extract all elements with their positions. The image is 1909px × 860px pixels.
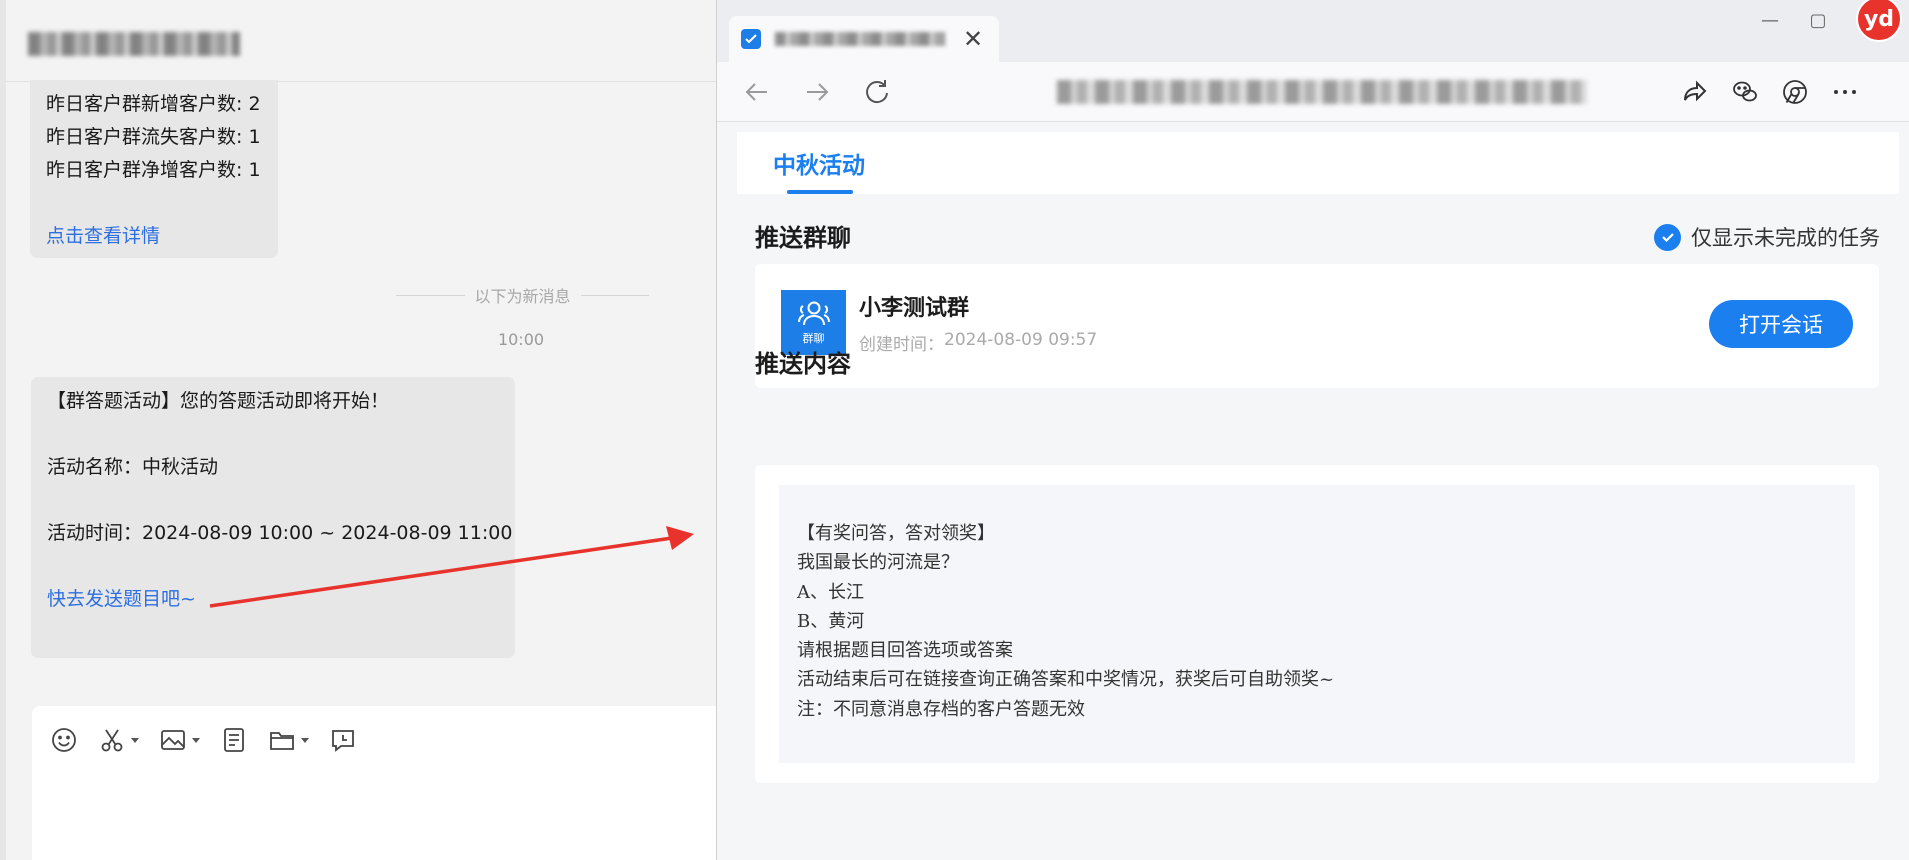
content-line: B、黄河: [797, 610, 865, 632]
checked-checkbox-icon[interactable]: [1654, 223, 1681, 251]
compose-toolbar: [50, 724, 357, 756]
group-card: 群聊 小李测试群 创建时间： 2024-08-09 09:57 打开会话: [755, 264, 1879, 388]
stat-line-new: 昨日客户群新增客户数: 2: [46, 93, 261, 115]
image-button[interactable]: [159, 725, 200, 755]
scissors-icon: [101, 729, 123, 752]
reload-button[interactable]: [861, 76, 893, 108]
maximize-icon[interactable]: ▢: [1808, 10, 1828, 31]
more-button[interactable]: [1829, 76, 1861, 108]
created-time: 2024-08-09 09:57: [944, 330, 1098, 350]
forward-button[interactable]: [801, 76, 833, 108]
folder-button[interactable]: [268, 725, 309, 755]
folder-dropdown-caret[interactable]: [301, 737, 309, 743]
view-details-link[interactable]: 点击查看详情: [46, 220, 278, 253]
forward-arrow-icon: [807, 83, 829, 101]
back-arrow-icon: [745, 83, 767, 101]
chrome-icon: [1783, 80, 1807, 104]
content-line: 请根据题目回答选项或答案: [797, 640, 1013, 662]
browser-navbar: [717, 62, 1909, 122]
content-line: A、长江: [797, 581, 864, 603]
group-people-icon: [797, 301, 830, 325]
emoji-icon: [52, 728, 76, 752]
filter-label: 仅显示未完成的任务: [1691, 226, 1880, 250]
send-question-link[interactable]: 快去发送题目吧~: [47, 583, 515, 616]
push-content-card: 【有奖问答，答对领奖】 我国最长的河流是？ A、长江 B、黄河 请根据题目回答选…: [755, 465, 1879, 783]
tab-close-icon[interactable]: ✕: [963, 27, 983, 51]
screenshot-dropdown-caret[interactable]: [131, 737, 139, 743]
active-tab-indicator: [787, 190, 853, 194]
browser-tab-active[interactable]: ✕: [729, 16, 999, 62]
new-messages-label: 以下为新消息: [474, 287, 571, 306]
activity-time: 活动时间：2024-08-09 10:00 ~ 2024-08-09 11:00: [47, 522, 513, 544]
incomplete-only-filter[interactable]: 仅显示未完成的任务: [1654, 222, 1880, 252]
image-dropdown-caret[interactable]: [192, 737, 200, 743]
app-logo-avatar[interactable]: yd: [1856, 0, 1902, 42]
back-button[interactable]: [741, 76, 773, 108]
chat-window: 昨日客户群新增客户数: 2 昨日客户群流失客户数: 1 昨日客户群净增客户数: …: [0, 0, 722, 860]
minimize-icon[interactable]: —: [1760, 10, 1780, 31]
new-messages-divider: 以下为新消息: [396, 283, 650, 307]
image-icon: [161, 730, 185, 750]
message-bubble-activity: 【群答题活动】您的答题活动即将开始！ 活动名称：中秋活动 活动时间：2024-0…: [31, 377, 515, 658]
group-name: 小李测试群: [859, 296, 970, 321]
push-content-box: 【有奖问答，答对领奖】 我国最长的河流是？ A、长江 B、黄河 请根据题目回答选…: [779, 485, 1855, 763]
schedule-message-button[interactable]: [329, 725, 357, 755]
compose-area[interactable]: [32, 706, 722, 860]
section-title-push-group: 推送群聊: [755, 224, 851, 252]
emoji-button[interactable]: [50, 725, 78, 755]
group-created-meta: 创建时间： 2024-08-09 09:57: [859, 330, 1097, 355]
browser-open-button[interactable]: [1779, 76, 1811, 108]
open-conversation-button[interactable]: 打开会话: [1709, 300, 1853, 348]
clock-message-icon: [332, 730, 354, 752]
message-time: 10:00: [497, 330, 545, 349]
wechat-icon: [1733, 81, 1757, 102]
content-line: 注：不同意消息存档的客户答题无效: [797, 698, 1085, 720]
page-tabbar: 中秋活动: [737, 132, 1899, 194]
share-button[interactable]: [1679, 76, 1711, 108]
created-label: 创建时间：: [859, 335, 944, 355]
content-line: 我国最长的河流是？: [797, 552, 959, 574]
activity-headline: 【群答题活动】您的答题活动即将开始！: [47, 390, 390, 412]
message-bubble-stats: 昨日客户群新增客户数: 2 昨日客户群流失客户数: 1 昨日客户群净增客户数: …: [30, 80, 278, 258]
more-dots-icon: [1834, 90, 1856, 94]
stat-line-net: 昨日客户群净增客户数: 1: [46, 159, 261, 181]
web-page: 中秋活动 推送群聊 仅显示未完成的任务 群聊 小李测试群 创建时间： 2024-…: [717, 122, 1909, 860]
address-bar-blurred[interactable]: [1057, 80, 1587, 104]
wechat-button[interactable]: [1729, 76, 1761, 108]
chat-header: [6, 0, 716, 82]
stat-line-lost: 昨日客户群流失客户数: 1: [46, 126, 261, 148]
document-icon: [224, 728, 244, 752]
reload-icon: [866, 80, 888, 104]
browser-tabbar: ✕ — ▢ yd: [717, 0, 1909, 62]
content-line: 【有奖问答，答对领奖】: [797, 523, 995, 544]
tab-title-blurred: [775, 32, 945, 46]
window-controls: — ▢ yd: [1760, 0, 1909, 42]
activity-name: 活动名称：中秋活动: [47, 456, 219, 478]
chat-title-blurred: [28, 32, 240, 56]
document-button[interactable]: [220, 725, 248, 755]
tab-mid-autumn-activity[interactable]: 中秋活动: [773, 146, 865, 180]
browser-window: ✕ — ▢ yd 中秋活动 推送群聊 仅显示未完成的任务 群聊 小李测试群 创建…: [716, 0, 1909, 860]
folder-icon: [270, 732, 294, 750]
section-title-push-content: 推送内容: [755, 350, 851, 378]
content-line: 活动结束后可在链接查询正确答案和中奖情况，获奖后可自助领奖~: [797, 669, 1335, 691]
screenshot-button[interactable]: [98, 725, 139, 755]
share-icon: [1684, 80, 1707, 102]
tab-favicon-check-icon: [741, 29, 761, 49]
